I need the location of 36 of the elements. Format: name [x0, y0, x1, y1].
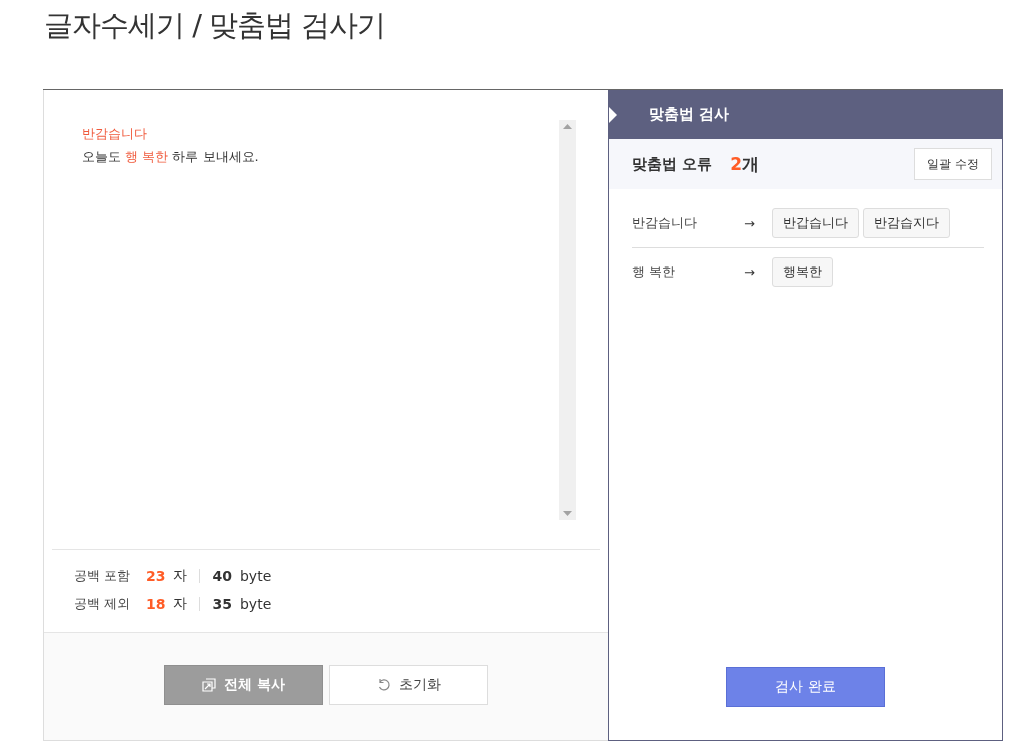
- byte-count: 40: [212, 568, 232, 584]
- pointer-icon: [609, 107, 617, 123]
- arrow: →: [744, 215, 756, 231]
- stat-label: 공백 제외: [74, 595, 132, 613]
- undo-icon: [376, 677, 391, 692]
- char-count: 23: [146, 568, 166, 584]
- panel-title: 맞춤법 검사: [649, 105, 730, 124]
- byte-count: 35: [212, 596, 232, 612]
- arrow: →: [744, 264, 756, 280]
- byte-unit: byte: [239, 568, 272, 584]
- byte-unit: byte: [239, 596, 272, 612]
- misspelled-word: 행 복한: [632, 263, 677, 281]
- error-label: 맞춤법 오류: [632, 154, 713, 174]
- suggestion-button[interactable]: 반갑습니다: [772, 208, 859, 238]
- scroll-up-icon[interactable]: [563, 124, 572, 129]
- fix-all-button[interactable]: 일괄 수정: [914, 148, 992, 180]
- misspelled-text: 반감습니다: [82, 126, 147, 141]
- char-unit: 자: [173, 595, 188, 613]
- reset-button[interactable]: 초기화: [329, 664, 488, 705]
- editor-text: 오늘도: [82, 149, 122, 164]
- copy-icon: [202, 677, 217, 692]
- misspelled-text: 행 복한: [125, 149, 169, 164]
- char-unit: 자: [173, 567, 188, 585]
- misspelled-word: 반감습니다: [632, 214, 698, 232]
- char-count: 18: [146, 596, 166, 612]
- editor-text: 하루 보내세요.: [171, 149, 259, 164]
- suggestion-button[interactable]: 행복한: [772, 257, 833, 287]
- suggestion-button[interactable]: 반감습지다: [863, 208, 950, 238]
- error-unit: 개: [742, 152, 760, 176]
- text-editor[interactable]: 반감습니다 오늘도 행 복한 하루 보내세요.: [82, 120, 559, 549]
- check-done-button[interactable]: 검사 완료: [726, 667, 885, 707]
- scrollbar[interactable]: [559, 120, 576, 520]
- error-count: 2: [730, 154, 743, 174]
- scroll-down-icon[interactable]: [563, 511, 572, 516]
- stat-label: 공백 포함: [74, 567, 132, 585]
- page-title: 글자수세기 / 맞춤법 검사기: [43, 7, 387, 44]
